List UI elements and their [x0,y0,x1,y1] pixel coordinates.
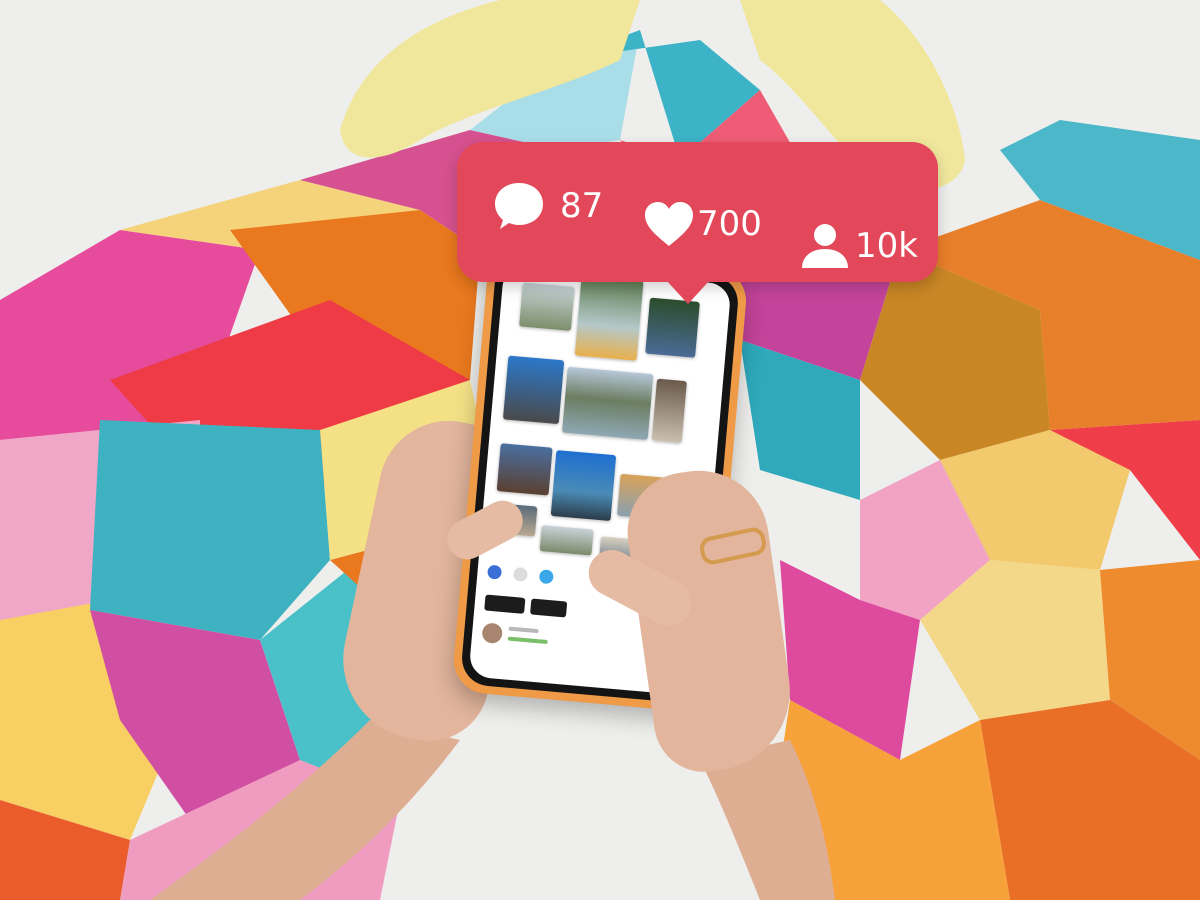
photo-tile [539,525,594,556]
photo-tile [645,297,700,358]
heart-icon [643,200,695,248]
mini-button[interactable] [530,598,568,618]
twitter-icon[interactable] [538,569,554,585]
comments-stat: 87 [492,180,603,232]
photo-tile [574,275,644,361]
speech-bubble-icon [492,180,546,232]
notification-bubble: 87 700 10k [457,142,938,304]
photo-tile [550,450,617,522]
comments-count: 87 [560,186,604,226]
likes-stat: 700 [643,200,762,248]
text-placeholder-line [507,636,548,645]
person-icon [799,222,851,270]
followers-stat: 10k [799,222,918,270]
photo-tile [651,378,687,443]
photo-tile [502,355,565,425]
photo-tile [496,443,553,496]
notification-tail [666,280,710,304]
share-icon[interactable] [512,566,529,583]
photo-tile [519,282,575,331]
avatar [481,622,504,645]
mini-button[interactable] [484,594,526,614]
followers-count: 10k [855,226,918,266]
text-placeholder-line [508,626,539,634]
photo-tile [561,366,654,441]
facebook-icon[interactable] [486,564,503,580]
likes-count: 700 [697,204,762,244]
